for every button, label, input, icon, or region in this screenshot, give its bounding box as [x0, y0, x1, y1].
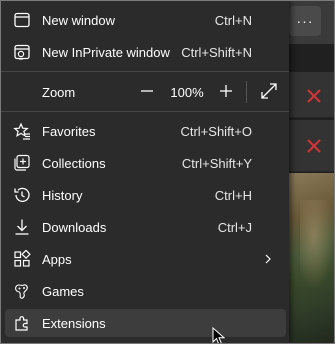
menu-item-label: Favorites: [42, 123, 96, 139]
menu-item-label: History: [42, 187, 83, 203]
more-icon: ···: [296, 13, 314, 29]
close-icon[interactable]: [306, 138, 322, 154]
chevron-right-icon: [265, 254, 271, 264]
zoom-label: Zoom: [42, 85, 76, 100]
inprivate-icon: [14, 44, 30, 60]
menu-item-shortcut: Ctrl+J: [217, 219, 252, 235]
close-icon[interactable]: [306, 88, 322, 104]
background-image-detail: [300, 200, 335, 290]
games-icon: [15, 284, 28, 299]
mouse-cursor-icon: [212, 327, 226, 344]
extensions-icon: [15, 316, 28, 331]
settings-menu: New window Ctrl+N New InPrivate window C…: [1, 1, 289, 343]
full-screen-icon: [261, 83, 277, 99]
menu-item-new-window[interactable]: New window Ctrl+N: [5, 6, 286, 34]
zoom-level: 100%: [170, 85, 204, 100]
collections-icon: [14, 154, 30, 171]
menu-divider: [1, 111, 289, 112]
menu-item-label: New window: [42, 12, 115, 28]
menu-item-apps[interactable]: Apps: [5, 245, 286, 273]
menu-item-downloads[interactable]: Downloads Ctrl+J: [5, 213, 286, 241]
apps-icon: [14, 250, 31, 267]
menu-item-shortcut: Ctrl+H: [214, 187, 252, 203]
menu-item-favorites[interactable]: Favorites Ctrl+Shift+O: [5, 117, 286, 145]
plus-icon: [220, 85, 232, 97]
menu-item-label: Apps: [42, 251, 72, 267]
menu-item-shortcut: Ctrl+Shift+Y: [181, 155, 252, 171]
menu-item-history[interactable]: History Ctrl+H: [5, 181, 286, 209]
menu-item-games[interactable]: Games: [5, 277, 286, 305]
menu-item-label: Collections: [42, 155, 106, 171]
menu-item-label: New InPrivate window: [42, 44, 170, 60]
menu-item-extensions[interactable]: Extensions: [5, 309, 286, 337]
new-window-icon: [14, 12, 30, 28]
menu-item-shortcut: Ctrl+N: [214, 12, 252, 28]
downloads-icon: [15, 219, 29, 235]
zoom-divider: [246, 81, 247, 103]
menu-item-label: Games: [42, 283, 84, 299]
history-icon: [14, 187, 30, 203]
menu-divider: [1, 71, 289, 72]
full-screen-button[interactable]: [257, 79, 281, 103]
minus-icon: [141, 90, 153, 92]
menu-item-label: Downloads: [42, 219, 107, 235]
menu-item-shortcut: Ctrl+Shift+O: [180, 123, 252, 139]
menu-item-shortcut: Ctrl+Shift+N: [181, 44, 252, 60]
settings-and-more-button[interactable]: ···: [289, 6, 321, 36]
menu-item-new-inprivate-window[interactable]: New InPrivate window Ctrl+Shift+N: [5, 38, 286, 66]
menu-item-collections[interactable]: Collections Ctrl+Shift+Y: [5, 149, 286, 177]
zoom-in-button[interactable]: [214, 79, 238, 103]
zoom-out-button[interactable]: [135, 79, 159, 103]
favorites-icon: [13, 122, 30, 140]
menu-item-label: Extensions: [42, 315, 106, 331]
